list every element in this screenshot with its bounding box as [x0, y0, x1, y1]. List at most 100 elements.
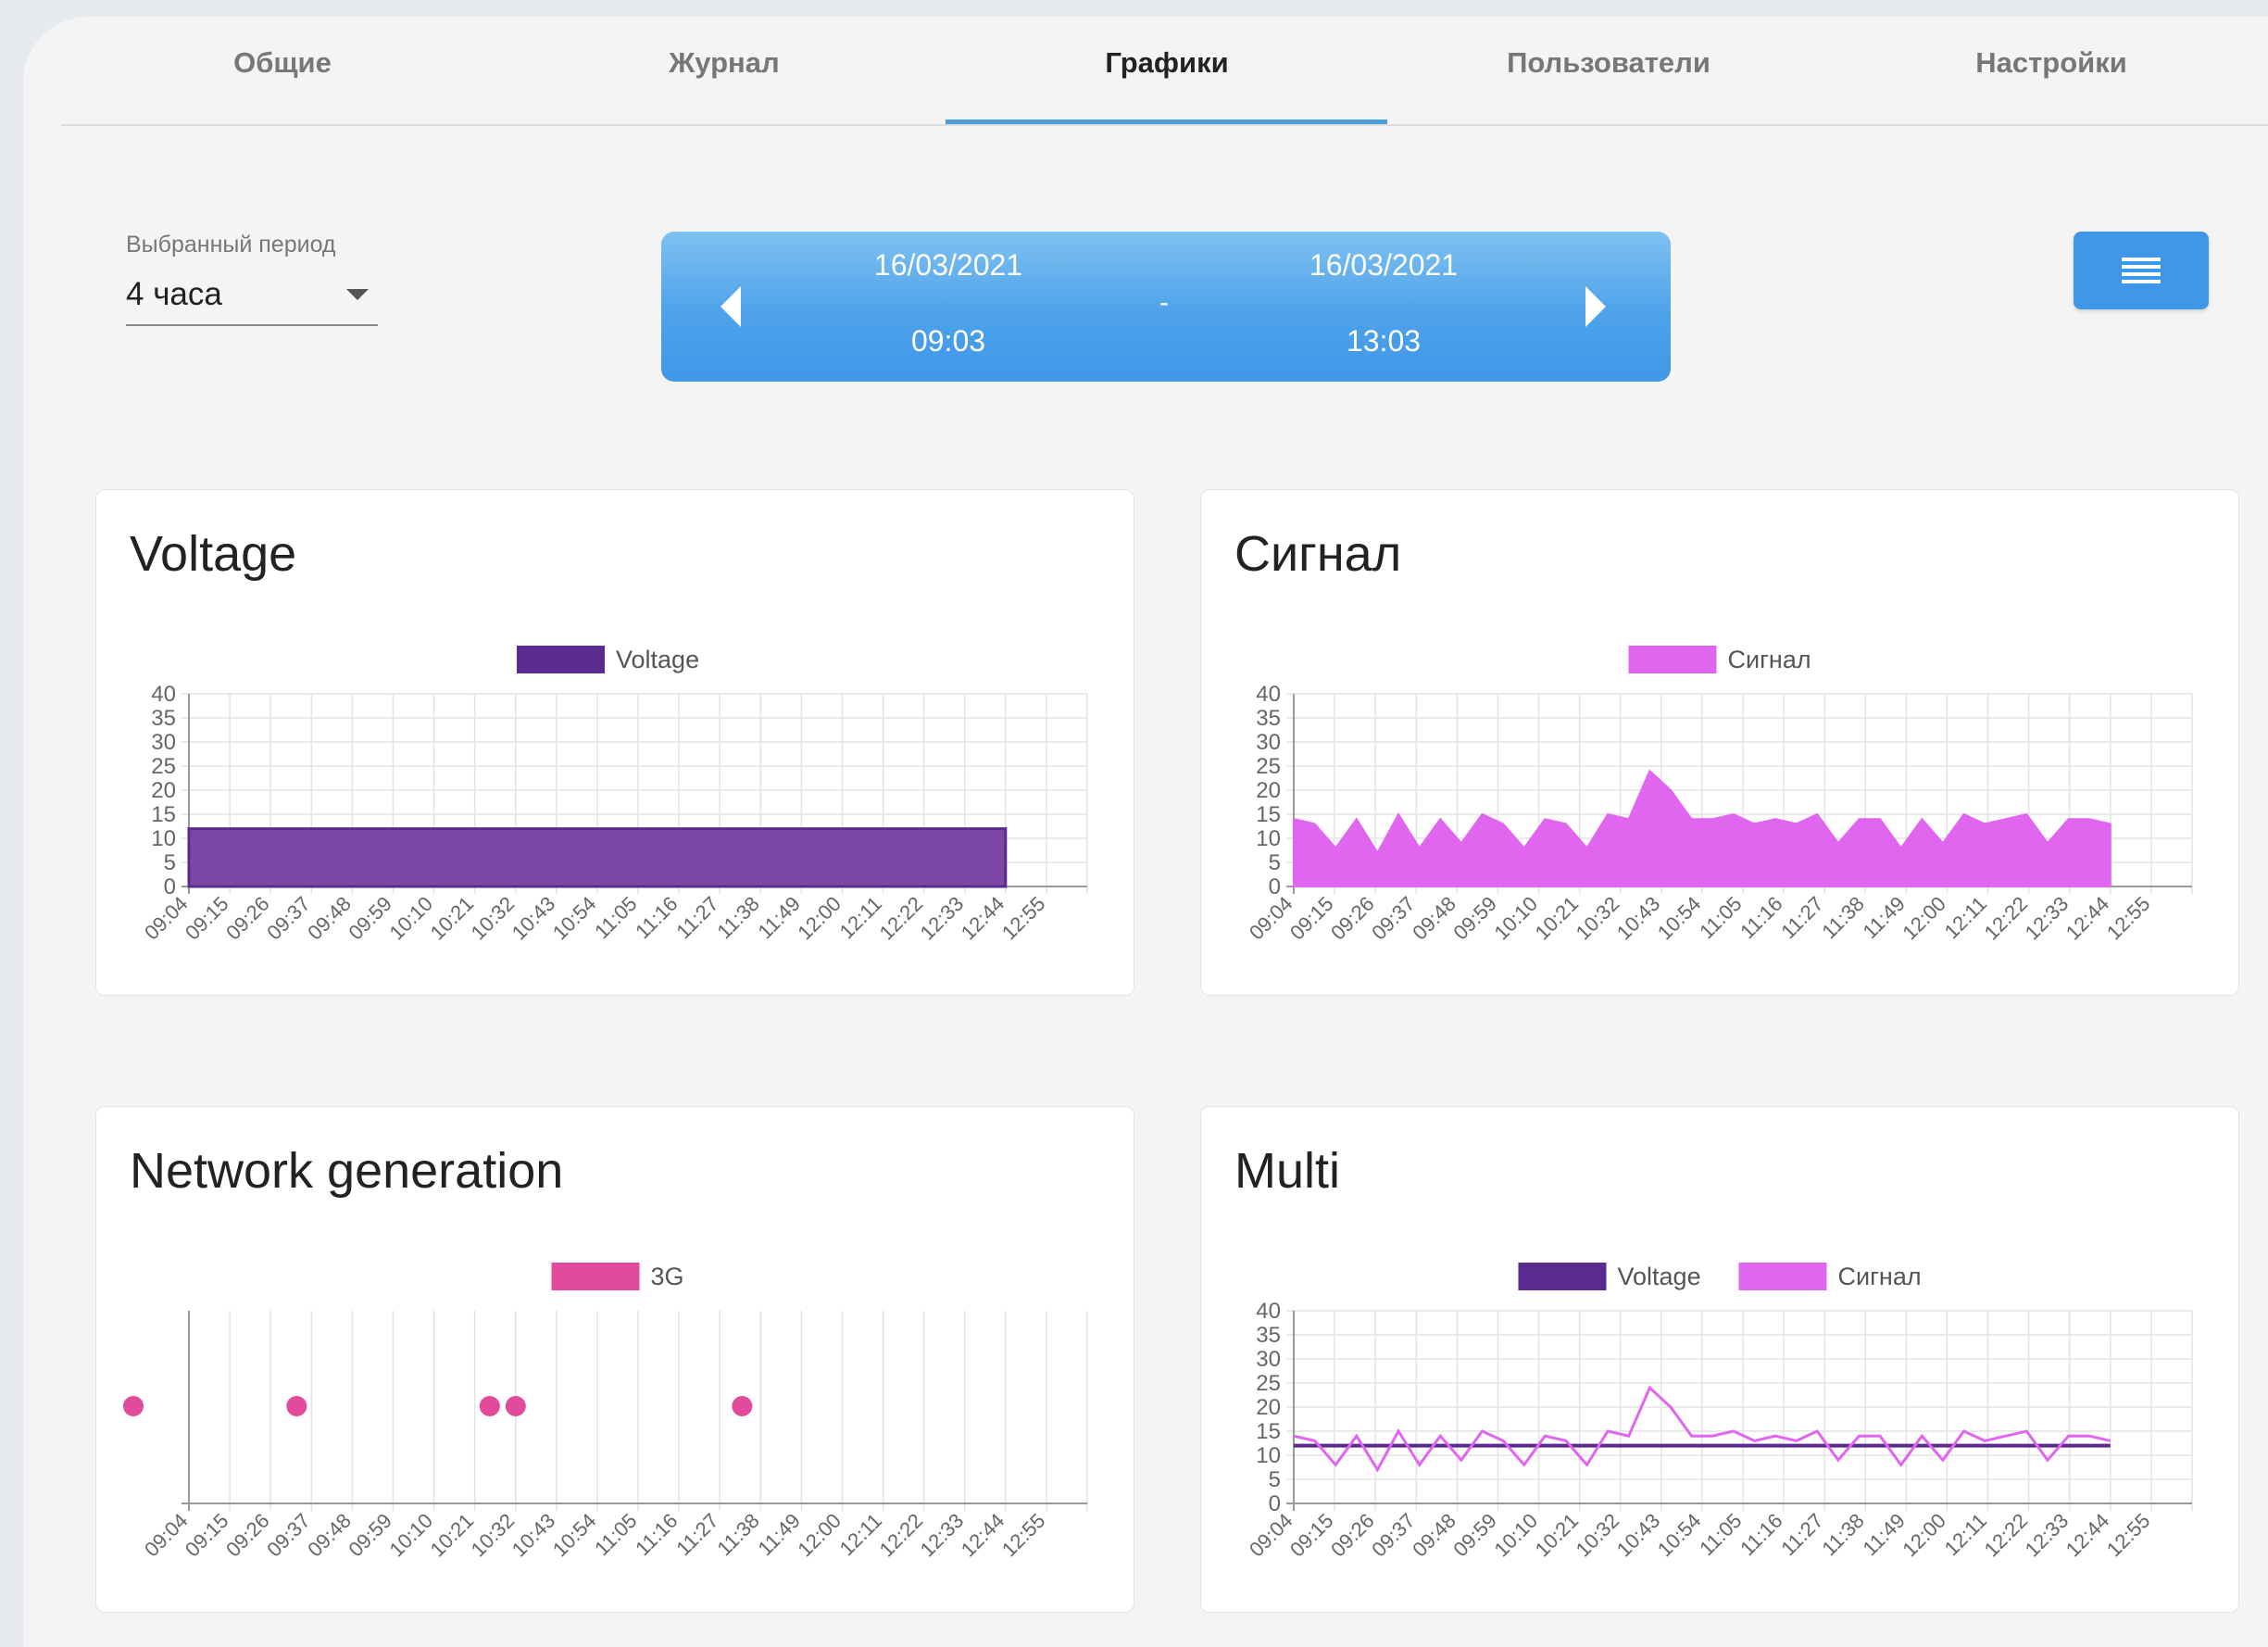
- x-tick-label: 11:05: [590, 892, 641, 943]
- x-tick-label: 09:26: [221, 892, 274, 945]
- hamburger-icon: [2122, 258, 2161, 261]
- 3g-data-point: [479, 1396, 500, 1416]
- y-tick-label: 40: [151, 682, 176, 707]
- x-tick-label: 09:26: [221, 1509, 274, 1562]
- x-tick-label: 12:44: [2061, 1509, 2114, 1562]
- legend-label: 3G: [651, 1263, 684, 1290]
- x-tick-label: 10:32: [467, 892, 520, 945]
- x-tick-label: 10:54: [1653, 1509, 1706, 1562]
- y-tick-label: 30: [1256, 1347, 1281, 1372]
- y-tick-label: 5: [1269, 1467, 1281, 1492]
- range-separator: -: [1159, 287, 1169, 318]
- y-tick-label: 35: [1256, 706, 1281, 731]
- x-tick-label: 12:55: [997, 892, 1050, 945]
- x-tick-label: 12:44: [957, 892, 1009, 945]
- x-tick-label: 10:54: [548, 1509, 601, 1562]
- signal-chart: Сигнал051015202530354009:0409:1509:2609:…: [1245, 646, 2193, 945]
- x-tick-label: 10:43: [1612, 892, 1665, 945]
- x-tick-label: 12:55: [2102, 892, 2155, 945]
- x-tick-label: 09:37: [1367, 1509, 1420, 1562]
- x-tick-label: 09:04: [140, 1509, 193, 1562]
- tab-charts[interactable]: Графики: [946, 0, 1388, 125]
- x-tick-label: 12:22: [875, 892, 928, 945]
- x-tick-label: 09:26: [1326, 892, 1379, 945]
- y-tick-label: 5: [164, 850, 176, 875]
- y-tick-label: 20: [151, 778, 176, 803]
- network-generation-chart-card: Network generation 3G 09:04 09:15 09:26 09:3…: [95, 1106, 1134, 1613]
- tab-users[interactable]: Пользователи: [1387, 0, 1830, 125]
- range-start-date[interactable]: 16/03/2021: [809, 248, 1087, 283]
- x-tick-label: 10:54: [548, 892, 601, 945]
- x-tick-label: 10:10: [1489, 892, 1542, 945]
- x-tick-label: 09:59: [1448, 892, 1501, 945]
- x-tick-label: 11:16: [1735, 1509, 1786, 1560]
- x-tick-label: 10:43: [507, 892, 560, 945]
- x-tick-label: 10:54: [1653, 892, 1706, 945]
- legend-swatch: [1518, 1263, 1607, 1290]
- y-tick-label: 25: [1256, 754, 1281, 779]
- y-tick-label: 35: [151, 706, 176, 731]
- legend-swatch: [551, 1263, 640, 1290]
- x-tick-label: 09:59: [344, 1509, 396, 1562]
- x-tick-label: 11:38: [712, 892, 763, 943]
- x-tick-label: 12:11: [835, 1509, 886, 1560]
- range-end-time[interactable]: 13:03: [1245, 324, 1522, 358]
- range-start-time[interactable]: 09:03: [809, 324, 1087, 358]
- legend-label: Сигнал: [1838, 1263, 1922, 1290]
- x-tick-label: 09:04: [1245, 1509, 1297, 1562]
- x-tick-label: 11:27: [1776, 892, 1827, 943]
- range-end-date[interactable]: 16/03/2021: [1245, 248, 1522, 283]
- network-generation-chart: 3G09:0409:1509:2609:3709:4809:5910:1010:…: [123, 1263, 1088, 1562]
- x-tick-label: 12:22: [1980, 892, 2033, 945]
- hamburger-icon-line: [2122, 272, 2161, 276]
- x-tick-label: 12:11: [1940, 892, 1991, 943]
- hamburger-icon-line: [2122, 265, 2161, 269]
- tab-general[interactable]: Общие: [61, 0, 504, 125]
- y-tick-label: 20: [1256, 1395, 1281, 1420]
- x-tick-label: 12:33: [916, 1509, 969, 1562]
- x-tick-label: 10:21: [426, 1509, 479, 1562]
- signal-chart-card: Сигнал Сигнал 0 5 10 15 20 25 30 35 40 09:04 09:15 0…: [1200, 489, 2239, 996]
- x-tick-label: 11:27: [1776, 1509, 1827, 1560]
- x-tick-label: 11:38: [1817, 1509, 1868, 1560]
- 3g-data-point: [732, 1396, 753, 1416]
- x-tick-label: 11:05: [590, 1509, 641, 1560]
- 3g-data-point: [505, 1396, 526, 1416]
- x-tick-label: 09:37: [262, 1509, 315, 1562]
- x-tick-label: 12:55: [997, 1509, 1050, 1562]
- tab-journal[interactable]: Журнал: [503, 0, 946, 125]
- menu-button[interactable]: [2074, 232, 2209, 309]
- x-tick-label: 09:48: [303, 892, 356, 945]
- period-label: Выбранный период: [126, 232, 336, 258]
- tab-settings[interactable]: Настройки: [1830, 0, 2268, 125]
- x-tick-label: 12:11: [835, 892, 886, 943]
- x-tick-label: 11:38: [712, 1509, 763, 1560]
- x-tick-label: 10:43: [507, 1509, 560, 1562]
- tab-bar: Общие Журнал Графики Пользователи Настро…: [61, 0, 2268, 125]
- period-select[interactable]: 4 часа: [126, 269, 378, 326]
- x-tick-label: 09:26: [1326, 1509, 1379, 1562]
- legend-swatch: [1738, 1263, 1827, 1290]
- x-tick-label: 12:33: [2021, 892, 2074, 945]
- y-tick-label: 25: [1256, 1371, 1281, 1396]
- y-tick-label: 15: [1256, 1419, 1281, 1444]
- x-tick-label: 09:04: [140, 892, 193, 945]
- x-tick-label: 12:44: [957, 1509, 1009, 1562]
- y-tick-label: 20: [1256, 778, 1281, 803]
- 3g-data-point: [123, 1396, 144, 1416]
- x-tick-label: 11:27: [671, 892, 722, 943]
- next-period-arrow-icon[interactable]: [1578, 283, 1619, 330]
- y-tick-label: 30: [151, 730, 176, 755]
- y-tick-label: 40: [1256, 682, 1281, 707]
- legend-label: Voltage: [616, 646, 699, 673]
- voltage-series-area: [187, 827, 1008, 888]
- legend-label: Voltage: [1618, 1263, 1701, 1290]
- x-tick-label: 12:44: [2061, 892, 2114, 945]
- x-tick-label: 12:00: [1898, 892, 1950, 945]
- previous-period-arrow-icon[interactable]: [713, 283, 754, 330]
- x-tick-label: 09:15: [1285, 892, 1338, 945]
- y-tick-label: 30: [1256, 730, 1281, 755]
- x-tick-label: 12:33: [2021, 1509, 2074, 1562]
- legend-label: Сигнал: [1728, 646, 1811, 673]
- x-tick-label: 11:49: [1858, 1509, 1909, 1560]
